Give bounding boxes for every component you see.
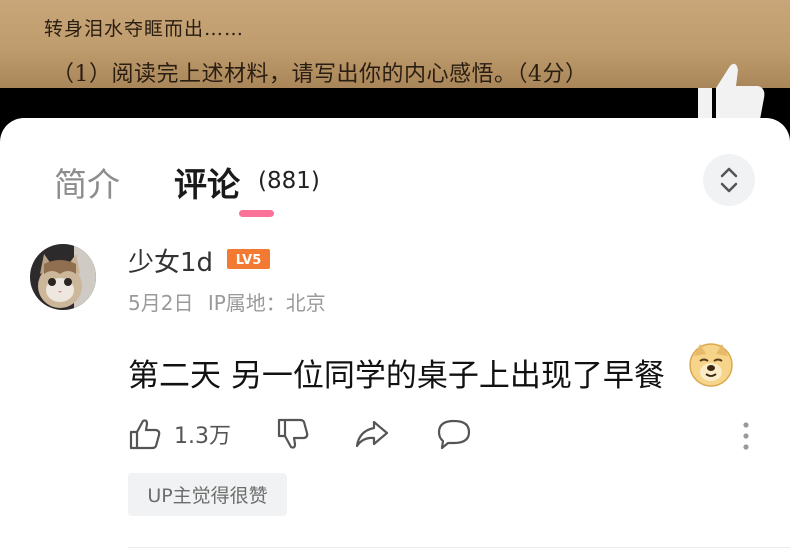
video-paper-image: 转身泪水夺眶而出…… （1）阅读完上述材料，请写出你的内心感悟。（4分） (0, 0, 790, 88)
comment-date: 5月2日 (128, 291, 194, 315)
tab-intro[interactable]: 简介 (54, 158, 120, 206)
comment-sheet: 简介 评论 (881) 少女1d LV5 5月2日 IP属地：北京 第二天 另一… (0, 118, 790, 550)
more-vertical-icon (743, 422, 749, 450)
ip-location: IP属地：北京 (207, 291, 326, 315)
video-text-line-1: 转身泪水夺眶而出…… (44, 18, 245, 40)
like-button[interactable]: 1.3万 (128, 416, 231, 452)
comment-text: 第二天 另一位同学的桌子上出现了早餐 (128, 358, 665, 394)
avatar[interactable] (30, 244, 96, 310)
doge-emoji-icon (689, 343, 733, 387)
up-liked-tag: UP主觉得很赞 (128, 473, 287, 516)
thumbs-down-icon (277, 418, 309, 449)
chevron-expand-icon (720, 167, 738, 193)
more-options-button[interactable] (738, 418, 754, 454)
thumbs-up-icon (129, 419, 161, 450)
share-button[interactable] (354, 416, 390, 452)
tab-comments[interactable]: 评论 (174, 158, 240, 206)
active-tab-indicator (239, 210, 274, 217)
video-text-line-2: （1）阅读完上述材料，请写出你的内心感悟。（4分） (52, 62, 588, 87)
like-count: 1.3万 (174, 424, 231, 449)
expand-button[interactable] (703, 154, 755, 206)
reply-button[interactable] (436, 416, 472, 452)
comment-meta: 5月2日 IP属地：北京 (128, 287, 326, 316)
kitten-avatar-image (30, 244, 96, 310)
level-badge-text: LV5 (236, 253, 262, 268)
divider (128, 547, 790, 548)
comment-count: (881) (258, 168, 320, 194)
share-icon (355, 420, 389, 448)
level-badge: LV5 (227, 249, 270, 269)
username[interactable]: 少女1d (128, 242, 213, 279)
reply-icon (437, 419, 471, 450)
dislike-button[interactable] (276, 416, 310, 452)
